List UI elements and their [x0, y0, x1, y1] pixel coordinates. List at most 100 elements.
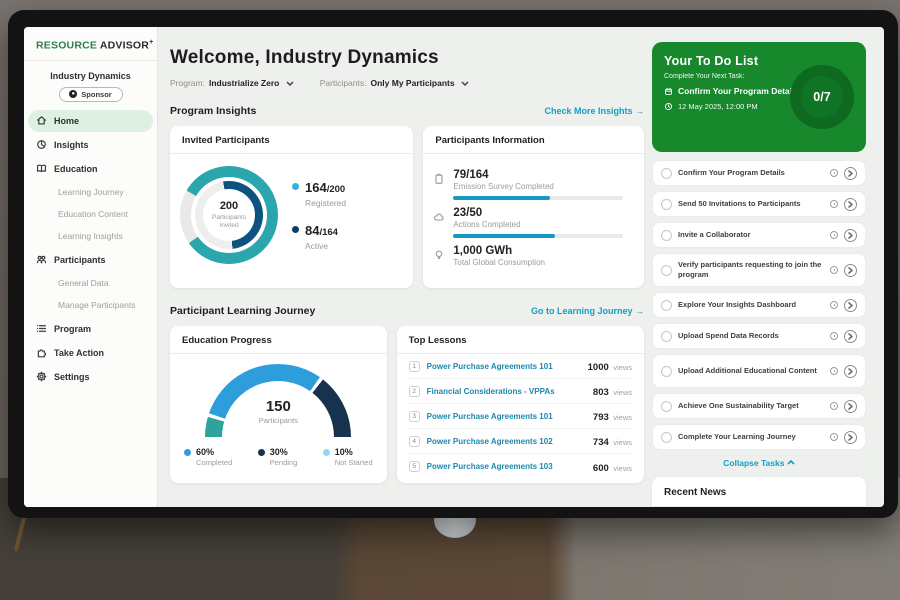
check-more-insights-link[interactable]: Check More Insights → [544, 106, 644, 116]
task-clock-icon [830, 402, 838, 410]
task-chevron-button[interactable] [844, 365, 857, 378]
task-clock-icon [830, 169, 838, 177]
task-confirm-program[interactable]: Confirm Your Program Details [652, 160, 866, 186]
legend-dot [292, 183, 299, 190]
task-invite-collaborator[interactable]: Invite a Collaborator [652, 222, 866, 248]
lesson-link[interactable]: Power Purchase Agreements 103 [427, 462, 586, 471]
lesson-link[interactable]: Power Purchase Agreements 101 [427, 412, 586, 421]
sidebar-item-participants[interactable]: Participants [28, 249, 153, 271]
sidebar-item-program[interactable]: Program [28, 318, 153, 340]
progress-bar [453, 196, 623, 200]
task-explore-insights[interactable]: Explore Your Insights Dashboard [652, 292, 866, 318]
go-to-learning-journey-link[interactable]: Go to Learning Journey → [531, 306, 644, 316]
insights-cards-row: Invited Participants 200 Participants In… [170, 126, 644, 288]
sidebar-item-learning-insights[interactable]: Learning Insights [28, 226, 153, 247]
list-icon [36, 323, 47, 334]
chevron-down-icon [286, 81, 294, 86]
sidebar: RESOURCE ADVISOR+ Industry Dynamics ● Sp… [24, 27, 158, 507]
task-checkbox[interactable] [661, 331, 672, 342]
cloud-icon [433, 211, 445, 223]
lesson-row: 1 Power Purchase Agreements 101 1000 vie… [409, 354, 632, 379]
invited-legend: 164/200 Registered 84/164 Active [292, 179, 346, 251]
task-chevron-button[interactable] [844, 264, 857, 277]
lesson-link[interactable]: Financial Considerations - VPPAs [427, 387, 586, 396]
program-filter-label: Program: [170, 78, 205, 88]
legend-completed: 60% Completed [184, 447, 232, 467]
task-label: Achieve One Sustainability Target [678, 401, 824, 411]
sidebar-item-insights[interactable]: Insights [28, 134, 153, 156]
task-checkbox[interactable] [661, 300, 672, 311]
sidebar-item-take-action[interactable]: Take Action [28, 342, 153, 364]
lesson-link[interactable]: Power Purchase Agreements 102 [427, 437, 586, 446]
legend-registered: 164/200 Registered [292, 179, 346, 208]
task-clock-icon [830, 231, 838, 239]
todo-next-task: Confirm Your Program Details [678, 86, 799, 96]
task-achieve-target[interactable]: Achieve One Sustainability Target [652, 393, 866, 419]
participants-information-card: Participants Information 79/164 Emission… [423, 126, 644, 288]
task-checkbox[interactable] [661, 230, 672, 241]
task-checkbox[interactable] [661, 432, 672, 443]
lesson-link[interactable]: Power Purchase Agreements 101 [427, 362, 581, 371]
task-label: Upload Additional Educational Content [678, 366, 824, 376]
task-chevron-button[interactable] [844, 198, 857, 211]
card-title: Education Progress [170, 326, 387, 354]
task-chevron-button[interactable] [844, 330, 857, 343]
lesson-row: 4 Power Purchase Agreements 102 734 view… [409, 429, 632, 454]
task-checkbox[interactable] [661, 199, 672, 210]
task-send-invitations[interactable]: Send 50 Invitations to Participants [652, 191, 866, 217]
legend-active: 84/164 Active [292, 222, 346, 251]
collapse-tasks-link[interactable]: Collapse Tasks [652, 458, 866, 468]
legend-dot [323, 449, 330, 456]
education-legend: 60% Completed 30% Pending 10% Not Starte… [170, 447, 387, 467]
legend-dot [184, 449, 191, 456]
legend-dot [258, 449, 265, 456]
task-label: Invite a Collaborator [678, 230, 824, 240]
sidebar-item-general-data[interactable]: General Data [28, 273, 153, 294]
sidebar-item-education-content[interactable]: Education Content [28, 204, 153, 225]
sidebar-item-education[interactable]: Education [28, 158, 153, 180]
gauge-center-label: Participants [205, 416, 351, 425]
participants-filter-value: Only My Participants [371, 78, 455, 88]
task-clock-icon [830, 433, 838, 441]
book-icon [36, 163, 47, 174]
legend-pending: 30% Pending [258, 447, 298, 467]
clipboard-icon [433, 173, 445, 185]
lesson-rank: 1 [409, 361, 420, 372]
program-filter[interactable]: Program:Industrialize Zero [170, 78, 294, 88]
task-complete-learning-journey[interactable]: Complete Your Learning Journey [652, 424, 866, 450]
task-checkbox[interactable] [661, 168, 672, 179]
task-upload-educational-content[interactable]: Upload Additional Educational Content [652, 354, 866, 388]
sidebar-item-learning-journey[interactable]: Learning Journey [28, 182, 153, 203]
participants-filter[interactable]: Participants:Only My Participants [320, 78, 469, 88]
lesson-rank: 4 [409, 436, 420, 447]
todo-counter: 0/7 [813, 90, 830, 104]
info-label: Actions Completed [453, 220, 623, 229]
task-chevron-button[interactable] [844, 167, 857, 180]
sidebar-item-manage-participants[interactable]: Manage Participants [28, 295, 153, 316]
task-verify-participants[interactable]: Verify participants requesting to join t… [652, 253, 866, 287]
legend-label: Registered [305, 198, 346, 208]
task-checkbox[interactable] [661, 366, 672, 377]
recent-news-title: Recent News [652, 477, 866, 507]
sidebar-item-settings[interactable]: Settings [28, 366, 153, 388]
collapse-label: Collapse Tasks [723, 458, 784, 468]
page-title: Welcome, Industry Dynamics [170, 47, 644, 69]
logo-plus: + [149, 39, 153, 46]
app-logo: RESOURCE ADVISOR+ [24, 27, 157, 61]
info-label: Total Global Consumption [453, 258, 545, 267]
sidebar-item-home[interactable]: Home [28, 110, 153, 132]
task-clock-icon [830, 200, 838, 208]
task-chevron-button[interactable] [844, 299, 857, 312]
task-upload-spend-data[interactable]: Upload Spend Data Records [652, 323, 866, 349]
learning-journey-header: Participant Learning Journey Go to Learn… [170, 305, 644, 317]
task-checkbox[interactable] [661, 401, 672, 412]
task-chevron-button[interactable] [844, 431, 857, 444]
task-checkbox[interactable] [661, 265, 672, 276]
gauge-center-value: 150 [205, 398, 351, 415]
task-chevron-button[interactable] [844, 400, 857, 413]
task-chevron-button[interactable] [844, 229, 857, 242]
info-row-actions: 23/50 Actions Completed [433, 207, 630, 238]
lesson-row: 5 Power Purchase Agreements 103 600 view… [409, 454, 632, 479]
recent-news-card: Recent News [652, 477, 866, 507]
lesson-rank: 3 [409, 411, 420, 422]
